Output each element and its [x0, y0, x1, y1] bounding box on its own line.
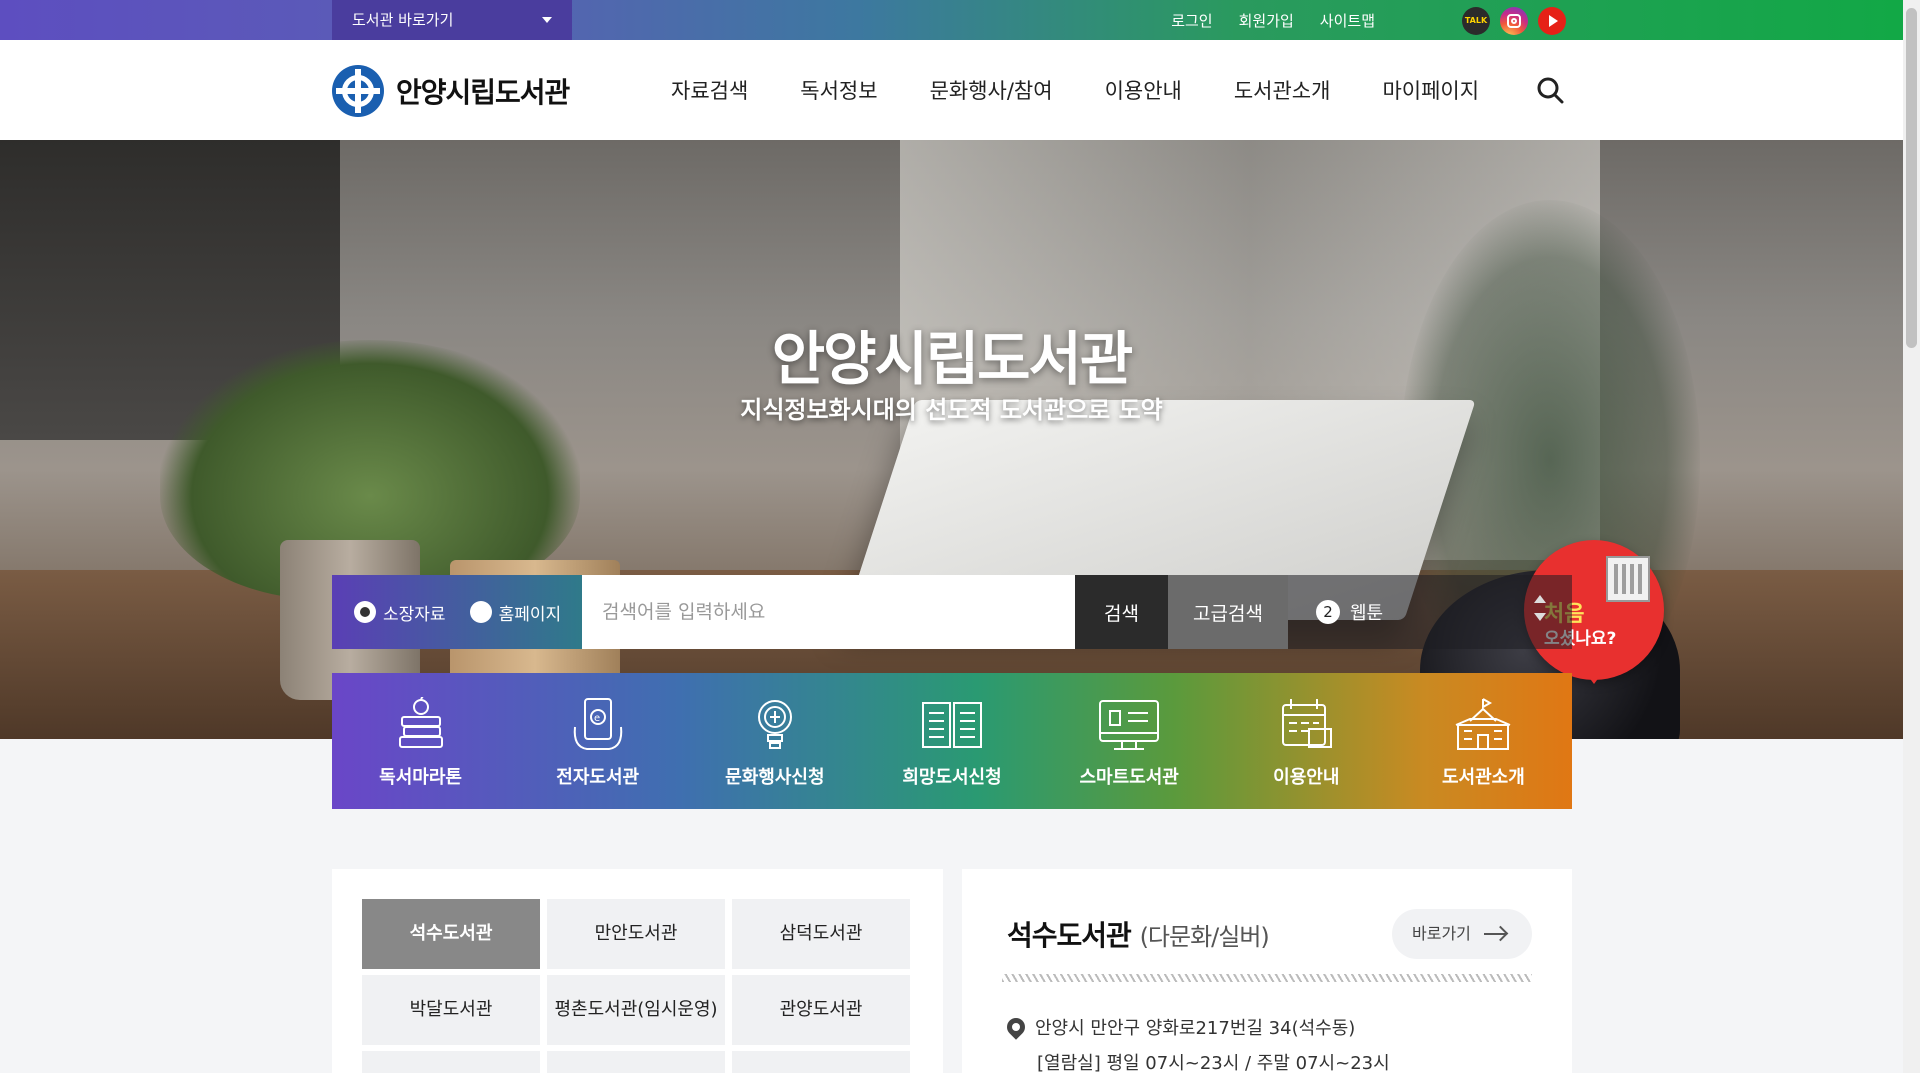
building-icon	[1606, 556, 1650, 602]
arrow-up-icon[interactable]	[1534, 595, 1546, 603]
branch-tab-samdeok[interactable]: 삼덕도서관	[732, 899, 910, 969]
logo-text: 안양시립도서관	[396, 76, 570, 109]
branch-tab-manan[interactable]: 만안도서관	[547, 899, 725, 969]
lightbulb-icon	[744, 697, 806, 753]
arrow-right-icon	[1484, 933, 1506, 935]
search-icon[interactable]	[1536, 76, 1564, 104]
library-shortcut-select[interactable]: 도서관 바로가기	[332, 0, 572, 40]
trending-arrows	[1534, 595, 1546, 621]
quick-item-label: 독서마라톤	[379, 767, 462, 788]
quick-item-culture-events[interactable]: 문화행사신청	[686, 673, 863, 809]
school-building-icon	[1452, 697, 1514, 753]
calendar-icon	[1275, 697, 1337, 753]
books-icon	[390, 695, 452, 753]
youtube-icon[interactable]	[1538, 7, 1566, 35]
svg-text:e: e	[594, 713, 600, 724]
radio-dot-icon	[469, 601, 492, 623]
chevron-down-icon	[542, 17, 552, 23]
branch-tab-gwanyang[interactable]: 관양도서관	[732, 975, 910, 1045]
quick-item-usage-guide[interactable]: 이용안내	[1218, 673, 1395, 809]
quick-item-label: 스마트도서관	[1079, 767, 1179, 788]
quick-item-label: 전자도서관	[556, 767, 640, 788]
branch-address-text: 안양시 만안구 양화로217번길 34(석수동)	[1035, 1018, 1356, 1039]
hero-title: 안양시립도서관	[771, 325, 1134, 393]
smart-library-icon	[1098, 697, 1160, 753]
search-bar: 소장자료 홈페이지 검색 고급검색 2 웹툰	[332, 575, 1572, 649]
divider	[1002, 974, 1532, 982]
goto-label: 바로가기	[1412, 924, 1471, 943]
nav-item-mypage[interactable]: 마이페이지	[1356, 75, 1505, 105]
goto-branch-button[interactable]: 바로가기	[1392, 909, 1532, 959]
radio-holdings[interactable]: 소장자료	[354, 600, 446, 625]
quick-item-book-request[interactable]: 희망도서신청	[863, 673, 1040, 809]
instagram-icon[interactable]	[1500, 7, 1528, 35]
utility-links: 로그인 회원가입 사이트맵	[1158, 0, 1388, 40]
branch-info-panel: 석수도서관 (다문화/실버) 바로가기 안양시 만안구 양화로217번길 34(…	[962, 869, 1572, 1073]
radio-dot-icon	[354, 601, 376, 623]
location-pin-icon	[1003, 1014, 1029, 1040]
main-navigation: 자료검색 독서정보 문화행사/참여 이용안내 도서관소개 마이페이지	[645, 40, 1505, 140]
hero-subtitle: 지식정보화시대의 선도적 도서관으로 도약	[740, 396, 1163, 424]
library-shortcut-label: 도서관 바로가기	[352, 11, 454, 29]
branch-tab-pyeongchon[interactable]: 평촌도서관(임시운영)	[547, 975, 725, 1045]
branch-tab-7[interactable]	[362, 1051, 540, 1073]
quick-item-smart-library[interactable]: 스마트도서관	[1041, 673, 1218, 809]
nav-item-usage-guide[interactable]: 이용안내	[1079, 75, 1208, 105]
branch-tabs: 석수도서관 만안도서관 삼덕도서관 박달도서관 평촌도서관(임시운영) 관양도서…	[362, 899, 914, 1073]
search-button[interactable]: 검색	[1075, 575, 1168, 649]
branch-address: 안양시 만안구 양화로217번길 34(석수동)	[1003, 1014, 1356, 1040]
quick-item-about[interactable]: 도서관소개	[1395, 673, 1572, 809]
nav-item-culture-events[interactable]: 문화행사/참여	[904, 75, 1079, 105]
quick-menu: 독서마라톤 e 전자도서관 문화행사신청 희망도서신청 스마트도서관 이용안내	[332, 673, 1572, 809]
radio-homepage[interactable]: 홈페이지	[469, 600, 562, 625]
scrollbar-thumb[interactable]	[1906, 8, 1917, 348]
search-scope: 소장자료 홈페이지	[332, 575, 582, 649]
nav-item-about[interactable]: 도서관소개	[1208, 75, 1357, 105]
social-links: TALK	[1462, 7, 1566, 35]
branch-tab-9[interactable]	[732, 1051, 910, 1073]
hero-banner: 안양시립도서관 지식정보화시대의 선도적 도서관으로 도약 처음 오셨나요?	[0, 140, 1903, 739]
site-logo[interactable]: 안양시립도서관	[332, 65, 570, 117]
login-link[interactable]: 로그인	[1158, 10, 1225, 31]
radio-holdings-label: 소장자료	[383, 604, 446, 625]
branch-name: 석수도서관	[1007, 919, 1132, 952]
branch-type: (다문화/실버)	[1139, 923, 1270, 951]
quick-item-ebook[interactable]: e 전자도서관	[509, 673, 686, 809]
branch-tab-8[interactable]	[547, 1051, 725, 1073]
radio-homepage-label: 홈페이지	[498, 604, 562, 625]
kakaotalk-icon[interactable]: TALK	[1462, 7, 1490, 35]
sitemap-link[interactable]: 사이트맵	[1307, 10, 1388, 31]
branch-selector-panel: 석수도서관 만안도서관 삼덕도서관 박달도서관 평촌도서관(임시운영) 관양도서…	[332, 869, 943, 1073]
nav-item-reading-info[interactable]: 독서정보	[774, 75, 903, 105]
signup-link[interactable]: 회원가입	[1226, 10, 1307, 31]
branch-tab-seoksu[interactable]: 석수도서관	[362, 899, 540, 969]
trending-keywords[interactable]: 2 웹툰	[1288, 575, 1572, 649]
advanced-search-button[interactable]: 고급검색	[1168, 575, 1288, 649]
search-input[interactable]	[582, 575, 1075, 649]
quick-item-label: 희망도서신청	[902, 767, 1002, 788]
quick-item-label: 문화행사신청	[725, 767, 825, 788]
quick-item-label: 이용안내	[1273, 767, 1340, 788]
top-utility-bar: 도서관 바로가기 로그인 회원가입 사이트맵 TALK	[0, 0, 1903, 40]
arrow-down-icon[interactable]	[1534, 613, 1546, 621]
branch-hours: [열람실] 평일 07시~23시 / 주말 07시~23시	[1037, 1053, 1390, 1073]
trending-keyword: 웹툰	[1350, 603, 1384, 624]
page-scrollbar[interactable]	[1903, 0, 1920, 1073]
open-book-icon	[921, 697, 983, 753]
library-emblem-icon	[332, 65, 384, 117]
ebook-icon: e	[567, 697, 629, 753]
branch-title: 석수도서관 (다문화/실버)	[1007, 914, 1270, 954]
trending-rank: 2	[1316, 600, 1340, 624]
quick-item-label: 도서관소개	[1442, 767, 1525, 788]
site-header: 안양시립도서관 자료검색 독서정보 문화행사/참여 이용안내 도서관소개 마이페…	[0, 40, 1903, 140]
quick-item-reading-marathon[interactable]: 독서마라톤	[332, 673, 509, 809]
nav-item-search[interactable]: 자료검색	[645, 75, 774, 105]
branch-tab-bakdal[interactable]: 박달도서관	[362, 975, 540, 1045]
